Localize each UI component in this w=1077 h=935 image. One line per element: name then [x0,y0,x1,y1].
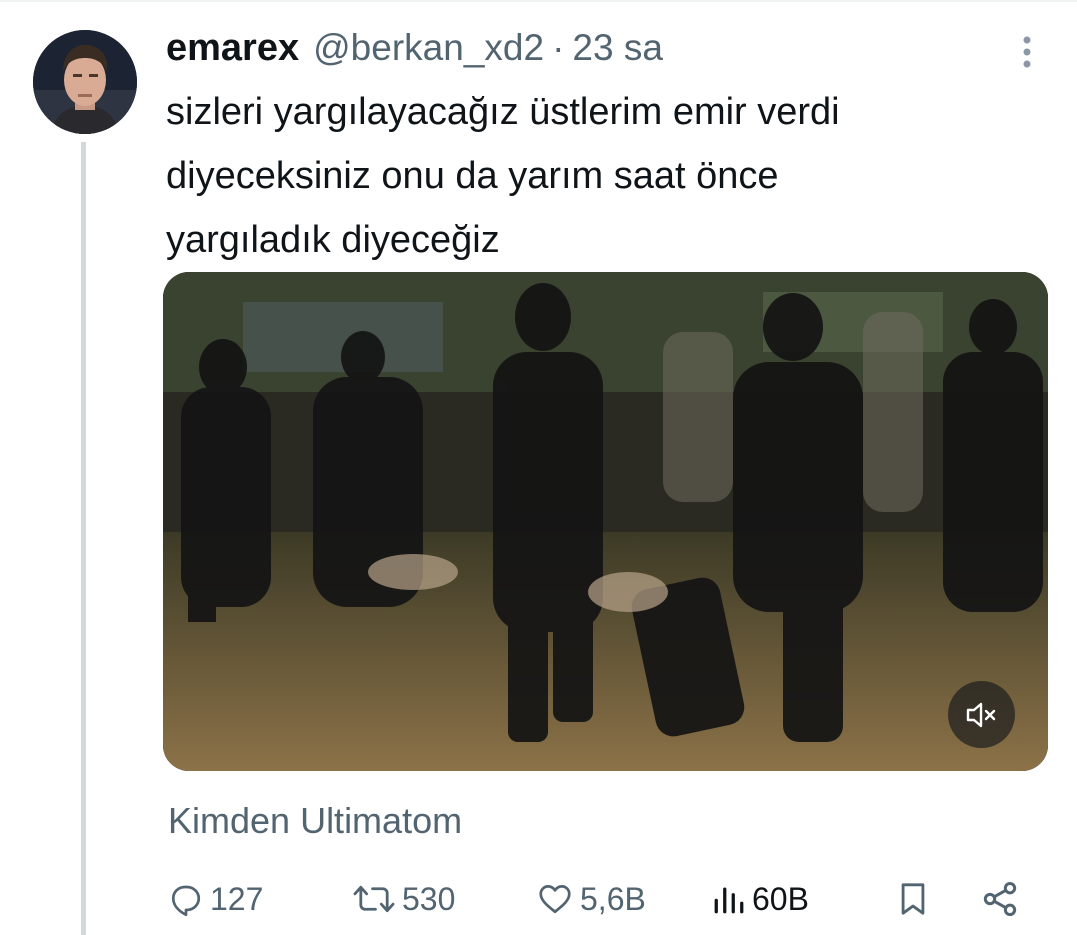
speaker-muted-icon [966,702,995,727]
share-button[interactable] [980,870,1020,928]
views-icon [714,887,744,914]
author-name[interactable]: emarex [166,27,299,70]
bookmark-button[interactable] [896,870,930,928]
tweet-text-line: sizleri yargılayacağız üstlerim emir ver… [166,91,840,133]
views-count: 60B [752,880,809,917]
tweet-header: emarex @berkan_xd2 · 23 sa [166,24,663,72]
mute-button[interactable] [948,681,1015,748]
action-bar: 127 530 5,6B 60B [166,870,1036,928]
author-handle[interactable]: @berkan_xd2 [313,27,544,69]
more-vertical-icon[interactable] [1010,34,1044,70]
share-icon [983,882,1017,916]
thread-line [81,142,86,935]
repost-button[interactable]: 530 [352,870,455,928]
like-button[interactable]: 5,6B [536,870,646,928]
tweet-text-line: yargıladık diyeceğiz [166,219,500,261]
views-button[interactable]: 60B [712,870,809,928]
like-count: 5,6B [580,880,646,917]
bookmark-icon [901,883,925,915]
reply-count: 127 [210,880,264,917]
tweet-text: sizleri yargılayacağız üstlerim emir ver… [166,80,1036,272]
tweet-time[interactable]: 23 sa [572,27,663,69]
heart-icon [539,885,571,914]
video-frame [163,272,1048,771]
tweet-video[interactable] [163,272,1048,771]
reply-icon [171,885,201,917]
repost-icon [353,885,395,913]
tweet-text-line: diyeceksiniz onu da yarım saat önce [166,155,779,197]
separator-dot: · [552,27,565,68]
avatar[interactable] [33,30,137,134]
avatar-image [33,30,137,134]
reply-button[interactable]: 127 [168,870,263,928]
top-divider [0,0,1077,2]
tweet-source[interactable]: Kimden Ultimatom [168,800,462,842]
repost-count: 530 [402,880,456,917]
